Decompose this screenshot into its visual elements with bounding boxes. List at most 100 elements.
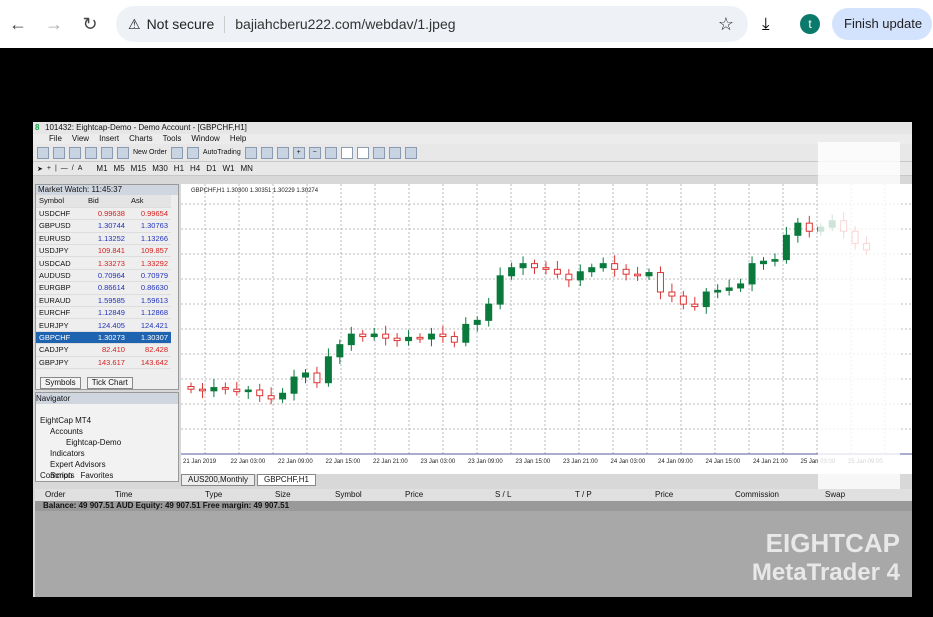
chart-tabs: AUS200,Monthly GBPCHF,H1	[181, 474, 316, 486]
timeframe-w1[interactable]: W1	[223, 164, 235, 173]
trendline-icon[interactable]: /	[72, 165, 74, 172]
chart-tab[interactable]: GBPCHF,H1	[257, 474, 316, 486]
navigator-icon[interactable]	[101, 146, 113, 159]
autoscroll-icon[interactable]	[340, 146, 353, 159]
market-watch-row[interactable]: GBPJPY 143.617 143.642	[36, 356, 171, 369]
tab-favorites[interactable]: Favorites	[80, 470, 113, 481]
tab-tick-chart[interactable]: Tick Chart	[86, 377, 133, 389]
market-watch-row[interactable]: EURAUD 1.59585 1.59613	[36, 294, 171, 308]
vertical-line-icon[interactable]: |	[55, 165, 57, 172]
navigator-item[interactable]: EightCap MT4	[36, 415, 178, 426]
bar-chart-icon[interactable]	[244, 146, 257, 159]
x-tick-label: 22 Jan 09:00	[278, 459, 313, 465]
terminal-column-header[interactable]: Price	[645, 489, 725, 501]
timeframe-m5[interactable]: M5	[114, 164, 125, 173]
avatar[interactable]: t	[800, 14, 820, 34]
url-text[interactable]: bajiahcberu222.com/webdav/1.jpeg	[235, 16, 455, 32]
timeframe-m30[interactable]: M30	[152, 164, 168, 173]
terminal-column-header[interactable]: Swap	[815, 489, 895, 501]
periods-icon[interactable]	[388, 146, 401, 159]
market-watch-row[interactable]: USDJPY 109.841 109.857	[36, 244, 171, 258]
horizontal-line-icon[interactable]: —	[61, 165, 68, 172]
navigator-item[interactable]: Accounts	[36, 426, 178, 437]
browser-toolbar: ← → ↻ ⚠ Not secure bajiahcberu222.com/web…	[0, 0, 933, 48]
market-watch-row[interactable]: CADJPY 82.410 82.428	[36, 343, 171, 357]
templates-icon[interactable]	[404, 146, 417, 159]
navigator-item[interactable]: Eightcap-Demo	[36, 437, 178, 448]
address-bar[interactable]: ⚠ Not secure bajiahcberu222.com/webdav/1.…	[116, 6, 748, 42]
menu-help[interactable]: Help	[230, 134, 246, 144]
timeframe-h1[interactable]: H1	[174, 164, 184, 173]
crosshair-icon[interactable]: +	[47, 165, 51, 172]
column-header-symbol[interactable]: Symbol	[36, 195, 85, 208]
indicators-icon[interactable]	[372, 146, 385, 159]
menu-window[interactable]: Window	[191, 134, 219, 144]
security-chip[interactable]: ⚠ Not secure	[128, 15, 226, 33]
x-tick-label: 23 Jan 15:00	[516, 459, 551, 465]
timeframe-d1[interactable]: D1	[206, 164, 216, 173]
timeframe-h4[interactable]: H4	[190, 164, 200, 173]
market-watch-icon[interactable]	[69, 146, 81, 159]
menu-view[interactable]: View	[72, 134, 89, 144]
terminal-column-header[interactable]: S / L	[485, 489, 565, 501]
profiles-icon[interactable]	[53, 146, 65, 159]
navigator-item[interactable]: Indicators	[36, 448, 178, 459]
zoom-out-icon[interactable]: −	[308, 146, 321, 159]
market-watch-row[interactable]: GBPUSD 1.30744 1.30763	[36, 219, 171, 233]
market-watch-row[interactable]: EURJPY 124.405 124.421	[36, 318, 171, 332]
download-icon[interactable]: ⤓	[762, 14, 770, 34]
back-icon[interactable]: ←	[0, 14, 36, 35]
line-chart-icon[interactable]	[276, 146, 289, 159]
autotrading-button[interactable]: AutoTrading	[203, 149, 241, 156]
candle-body	[645, 272, 653, 277]
menu-file[interactable]: File	[49, 134, 62, 144]
tab-common[interactable]: Common	[40, 470, 72, 481]
timeframe-m1[interactable]: M1	[96, 164, 107, 173]
new-chart-icon[interactable]	[37, 146, 49, 159]
bookmark-star-icon[interactable]: ☆	[718, 14, 734, 35]
timeframe-m15[interactable]: M15	[131, 164, 147, 173]
candlestick-icon[interactable]	[260, 146, 273, 159]
chart-shift-icon[interactable]	[356, 146, 369, 159]
terminal-icon[interactable]	[117, 146, 129, 159]
market-watch-row[interactable]: AUDUSD 0.70964 0.70979	[36, 269, 171, 283]
terminal-column-header[interactable]: Symbol	[325, 489, 395, 501]
terminal-column-header[interactable]: Price	[395, 489, 485, 501]
column-header-bid[interactable]: Bid	[84, 195, 128, 208]
finish-update-button[interactable]: Finish update	[832, 8, 932, 40]
price-chart[interactable]: GBPCHF,H1 1.30300 1.30351 1.30229 1.3027…	[181, 184, 912, 474]
menu-tools[interactable]: Tools	[163, 134, 182, 144]
reload-icon[interactable]: ↻	[72, 14, 108, 35]
market-watch-row[interactable]: GBPCHF 1.30273 1.30307	[36, 331, 171, 345]
metaeditor-icon[interactable]	[170, 146, 183, 159]
terminal-column-header[interactable]: T / P	[565, 489, 645, 501]
menu-charts[interactable]: Charts	[129, 134, 153, 144]
terminal-column-header[interactable]: Commission	[725, 489, 815, 501]
gear-icon[interactable]	[186, 146, 199, 159]
market-watch-tabs: Symbols Tick Chart	[36, 377, 133, 389]
forward-icon[interactable]: →	[36, 14, 72, 35]
text-icon[interactable]: A	[78, 165, 83, 172]
terminal-column-header[interactable]: Order	[35, 489, 105, 501]
data-window-icon[interactable]	[85, 146, 97, 159]
terminal-column-header[interactable]: Time	[105, 489, 195, 501]
market-watch-row[interactable]: USDCAD 1.33273 1.33292	[36, 256, 171, 270]
terminal-column-header[interactable]: Size	[265, 489, 325, 501]
zoom-in-icon[interactable]: +	[292, 146, 305, 159]
market-watch-row[interactable]: EURCHF 1.12849 1.12868	[36, 306, 171, 320]
market-watch-row[interactable]: EURGBP 0.86614 0.86630	[36, 281, 171, 295]
candle-body	[324, 356, 332, 384]
timeframe-mn[interactable]: MN	[241, 164, 253, 173]
menu-insert[interactable]: Insert	[99, 134, 119, 144]
terminal-column-header[interactable]: Type	[195, 489, 265, 501]
tab-symbols[interactable]: Symbols	[40, 377, 81, 389]
x-tick-label: 23 Jan 09:00	[468, 459, 503, 465]
chart-tab[interactable]: AUS200,Monthly	[181, 474, 256, 486]
cursor-icon[interactable]: ➤	[37, 165, 43, 173]
column-header-ask[interactable]: Ask	[127, 195, 171, 208]
market-watch-row[interactable]: USDCHF 0.99638 0.99654	[36, 207, 171, 221]
new-order-button[interactable]: New Order	[133, 149, 167, 156]
market-watch-row[interactable]: EURUSD 1.13252 1.13266	[36, 232, 171, 246]
navigator-item[interactable]: Expert Advisors	[36, 459, 178, 470]
tile-icon[interactable]	[324, 146, 337, 159]
